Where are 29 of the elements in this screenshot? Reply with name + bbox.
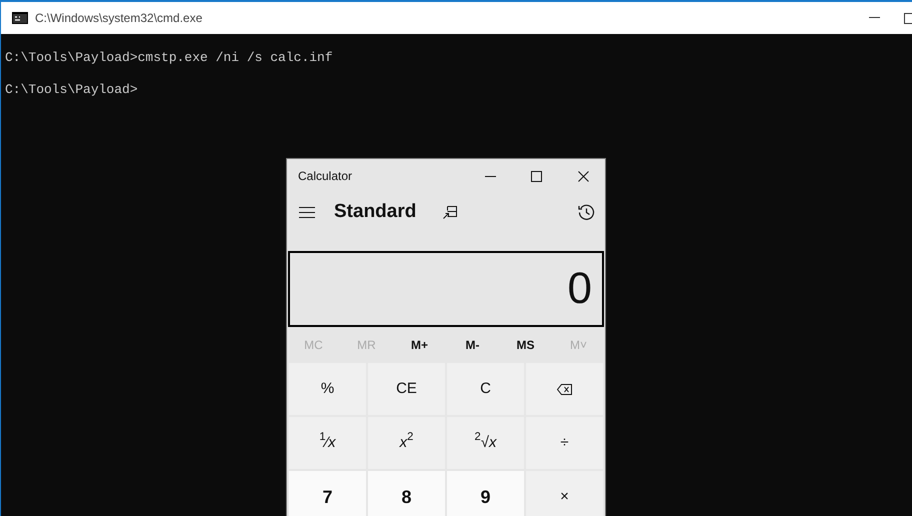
- key-button[interactable]: CE: [368, 363, 445, 415]
- menu-icon[interactable]: [299, 206, 315, 218]
- memory-button[interactable]: M+: [393, 330, 446, 360]
- key-button[interactable]: C: [447, 363, 524, 415]
- console-line: C:\Tools\Payload>: [5, 82, 139, 98]
- digit-button[interactable]: 9: [447, 471, 524, 516]
- keep-on-top-icon[interactable]: [443, 206, 458, 218]
- key-button[interactable]: ×: [526, 471, 603, 516]
- key-button[interactable]: x$^{2}$: [368, 417, 445, 469]
- console-icon: [12, 12, 28, 24]
- maximize-icon[interactable]: [904, 12, 912, 24]
- key-button[interactable]: %: [289, 363, 366, 415]
- key-button[interactable]: $^{2}$√x: [447, 417, 524, 469]
- key-button[interactable]: $^{1}$⁄x: [289, 417, 366, 469]
- console-line: C:\Tools\Payload>cmstp.exe /ni /s calc.inf: [5, 50, 334, 66]
- result-value: 0: [568, 267, 592, 311]
- window-title: Calculator: [298, 168, 352, 185]
- memory-button[interactable]: MS: [499, 330, 552, 360]
- minimize-icon[interactable]: [869, 17, 880, 19]
- digit-button[interactable]: 8: [368, 471, 445, 516]
- history-icon[interactable]: [578, 204, 595, 220]
- mode-title: Standard: [334, 200, 416, 224]
- window-title: C:\Windows\system32\cmd.exe: [35, 10, 202, 27]
- key-button[interactable]: ÷: [526, 417, 603, 469]
- backspace-icon: [557, 384, 572, 394]
- close-icon[interactable]: [578, 170, 589, 182]
- maximize-icon[interactable]: [531, 170, 542, 182]
- digit-button[interactable]: 7: [289, 471, 366, 516]
- memory-button[interactable]: M-: [446, 330, 499, 360]
